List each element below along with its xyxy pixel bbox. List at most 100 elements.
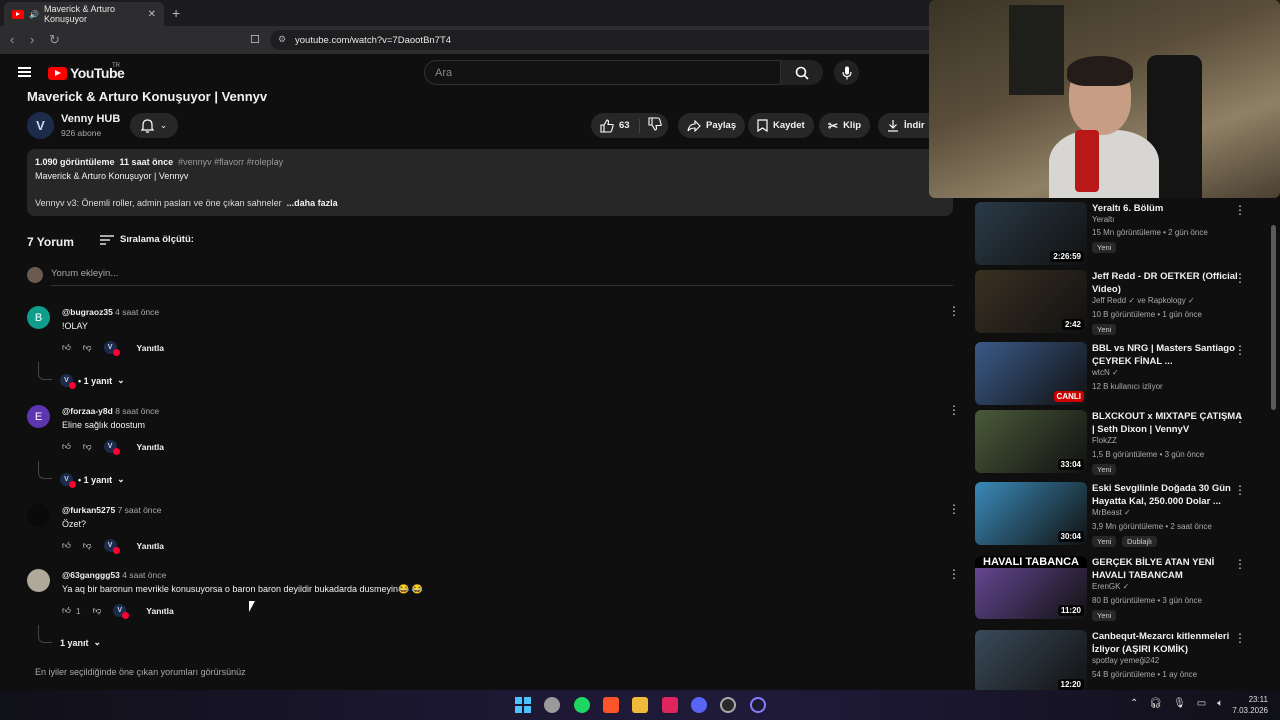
brave-browser-icon[interactable]	[603, 697, 619, 713]
video-title[interactable]: Canbequt-Mezarcı kitlenmeleri İzliyor (A…	[1092, 630, 1242, 656]
video-channel[interactable]: spotfay yemeği242	[1092, 656, 1159, 665]
microphone-icon[interactable]: 🎙︎	[1173, 698, 1186, 709]
comment-username[interactable]: @63ganggg53	[62, 570, 120, 580]
new-tab-icon[interactable]: +	[172, 5, 180, 21]
thumbs-down-icon[interactable]: 👎︎	[83, 342, 92, 353]
recommended-video[interactable]: 2:26:59 Yeraltı 6. Bölüm Yeraltı 15 Mn g…	[975, 200, 1275, 268]
desc-more-link[interactable]: ...daha fazla	[287, 198, 338, 208]
recommended-video[interactable]: 30:04 Eski Sevgilinle Doğada 30 Gün Haya…	[975, 480, 1275, 548]
video-thumbnail[interactable]: 12:20	[975, 630, 1087, 690]
thumbs-down-icon[interactable]: 👎︎	[93, 605, 102, 616]
recommended-video[interactable]: 2:42 Jeff Redd - DR OETKER (Official Vid…	[975, 268, 1275, 336]
reload-icon[interactable]: ↻	[49, 32, 60, 48]
search-button[interactable]	[781, 60, 823, 85]
thumbs-up-icon[interactable]: 👍︎	[62, 540, 71, 551]
video-thumbnail[interactable]: 2:42	[975, 270, 1087, 333]
comment-username[interactable]: @furkan5275	[62, 505, 115, 515]
app-icon[interactable]	[544, 697, 560, 713]
replies-toggle[interactable]: 1 yanıt ⌄	[60, 637, 101, 648]
video-title[interactable]: Jeff Redd - DR OETKER (Official Video)	[1092, 270, 1242, 296]
comment-username[interactable]: @forzaa-y8d	[62, 406, 113, 416]
video-more-icon[interactable]: ⋮	[1234, 483, 1246, 497]
app-icon[interactable]	[750, 697, 766, 713]
add-comment-input[interactable]: Yorum ekleyin...	[51, 268, 953, 286]
recommended-video[interactable]: HAVALI TABANCA 11:20 GERÇEK BİLYE ATAN Y…	[975, 554, 1275, 622]
video-channel[interactable]: Jeff Redd ✓ ve Rapkology ✓	[1092, 296, 1195, 305]
comment-more-icon[interactable]: ⋮	[948, 305, 960, 317]
back-icon[interactable]: ‹	[10, 32, 14, 47]
comment-more-icon[interactable]: ⋮	[948, 503, 960, 515]
video-title[interactable]: BLXCKOUT x MIXTAPE ÇATIŞMA | Seth Dixon …	[1092, 410, 1242, 436]
steam-icon[interactable]	[720, 697, 736, 713]
reply-button[interactable]: Yanıtla	[137, 343, 164, 353]
thumbs-up-icon[interactable]: 👍︎	[62, 342, 71, 353]
chevron-up-icon[interactable]: ⌃	[1130, 698, 1138, 709]
video-thumbnail[interactable]: 33:04	[975, 410, 1087, 473]
comment-avatar[interactable]: B	[27, 306, 50, 329]
recommended-video[interactable]: 12:20 Canbequt-Mezarcı kitlenmeleri İzli…	[975, 628, 1275, 690]
replies-toggle[interactable]: V • 1 yanıt ⌄	[60, 374, 125, 389]
volume-icon[interactable]: 🔈︎	[1217, 698, 1223, 709]
channel-avatar[interactable]: V	[27, 112, 54, 139]
video-title[interactable]: GERÇEK BİLYE ATAN YENİ HAVALI TABANCAM	[1092, 556, 1242, 582]
video-title[interactable]: Eski Sevgilinle Doğada 30 Gün Hayatta Ka…	[1092, 482, 1242, 508]
youtube-logo[interactable]: YouTube TR	[48, 63, 125, 81]
system-clock[interactable]: 23:11 7.03.2026	[1228, 694, 1268, 716]
url-field[interactable]: ⚙ youtube.com/watch?v=7DaootBn7T4	[270, 30, 940, 50]
menu-icon[interactable]	[18, 67, 31, 77]
save-button[interactable]: Kaydet	[748, 113, 814, 138]
comment-avatar[interactable]	[27, 504, 50, 527]
forward-icon[interactable]: ›	[30, 32, 34, 47]
desc-tags[interactable]: #vennyv #flavorr #roleplay	[178, 157, 283, 167]
file-explorer-icon[interactable]	[632, 697, 648, 713]
video-channel[interactable]: Yeraltı	[1092, 215, 1114, 224]
video-thumbnail[interactable]: 30:04	[975, 482, 1087, 545]
like-button[interactable]: 63	[600, 118, 640, 133]
scrollbar-thumb[interactable]	[1271, 225, 1276, 410]
discord-icon[interactable]	[691, 697, 707, 713]
comment-username[interactable]: @bugraoz35	[62, 307, 113, 317]
video-description[interactable]: 1.090 görüntüleme 11 saat önce #vennyv #…	[27, 149, 953, 216]
comment-author[interactable]: @forzaa-y8d 8 saat önce	[62, 406, 159, 416]
video-title[interactable]: BBL vs NRG | Masters Santiago ÇEYREK FİN…	[1092, 342, 1242, 368]
video-more-icon[interactable]: ⋮	[1234, 271, 1246, 285]
sort-button[interactable]: Sıralama ölçütü:	[100, 234, 194, 245]
bookmark-icon[interactable]: ☐	[250, 33, 260, 46]
site-info-icon[interactable]: ⚙	[278, 34, 286, 45]
recommended-video[interactable]: CANLI BBL vs NRG | Masters Santiago ÇEYR…	[975, 340, 1275, 408]
spotify-icon[interactable]	[574, 697, 590, 713]
download-button[interactable]: İndir	[878, 113, 929, 138]
comment-avatar[interactable]: E	[27, 405, 50, 428]
reply-button[interactable]: Yanıtla	[146, 606, 173, 616]
headphones-icon[interactable]: 🎧︎	[1149, 698, 1162, 709]
video-more-icon[interactable]: ⋮	[1234, 411, 1246, 425]
comment-avatar[interactable]	[27, 569, 50, 592]
video-more-icon[interactable]: ⋮	[1234, 203, 1246, 217]
video-more-icon[interactable]: ⋮	[1234, 343, 1246, 357]
channel-name[interactable]: Venny HUB	[61, 113, 120, 125]
recommended-video[interactable]: 33:04 BLXCKOUT x MIXTAPE ÇATIŞMA | Seth …	[975, 408, 1275, 476]
reply-button[interactable]: Yanıtla	[137, 442, 164, 452]
video-channel[interactable]: ErenGK ✓	[1092, 582, 1129, 591]
share-button[interactable]: Paylaş	[678, 113, 746, 138]
voice-search-button[interactable]	[834, 60, 859, 85]
video-thumbnail[interactable]: HAVALI TABANCA 11:20	[975, 556, 1087, 619]
reply-button[interactable]: Yanıtla	[137, 541, 164, 551]
clip-button[interactable]: ✂ Klip	[819, 113, 871, 138]
thumbs-up-icon[interactable]: 👍︎	[62, 441, 71, 452]
video-title[interactable]: Yeraltı 6. Bölüm	[1092, 202, 1242, 215]
video-channel[interactable]: wtcN ✓	[1092, 368, 1119, 377]
video-more-icon[interactable]: ⋮	[1234, 557, 1246, 571]
comment-author[interactable]: @bugraoz35 4 saat önce	[62, 307, 159, 317]
network-icon[interactable]: ▭	[1197, 698, 1206, 709]
close-tab-icon[interactable]: ✕	[148, 9, 156, 20]
thumbs-down-icon[interactable]: 👎︎	[83, 540, 92, 551]
speaker-icon[interactable]: 🔊	[29, 10, 39, 19]
comment-author[interactable]: @63ganggg53 4 saat önce	[62, 570, 166, 580]
thumbs-down-icon[interactable]: 👎︎	[83, 441, 92, 452]
video-more-icon[interactable]: ⋮	[1234, 631, 1246, 645]
windows-start-icon[interactable]	[515, 697, 531, 713]
video-channel[interactable]: MrBeast ✓	[1092, 508, 1131, 517]
video-channel[interactable]: FlokZZ	[1092, 436, 1117, 445]
thumbs-up-icon[interactable]: 👍︎	[62, 605, 71, 616]
